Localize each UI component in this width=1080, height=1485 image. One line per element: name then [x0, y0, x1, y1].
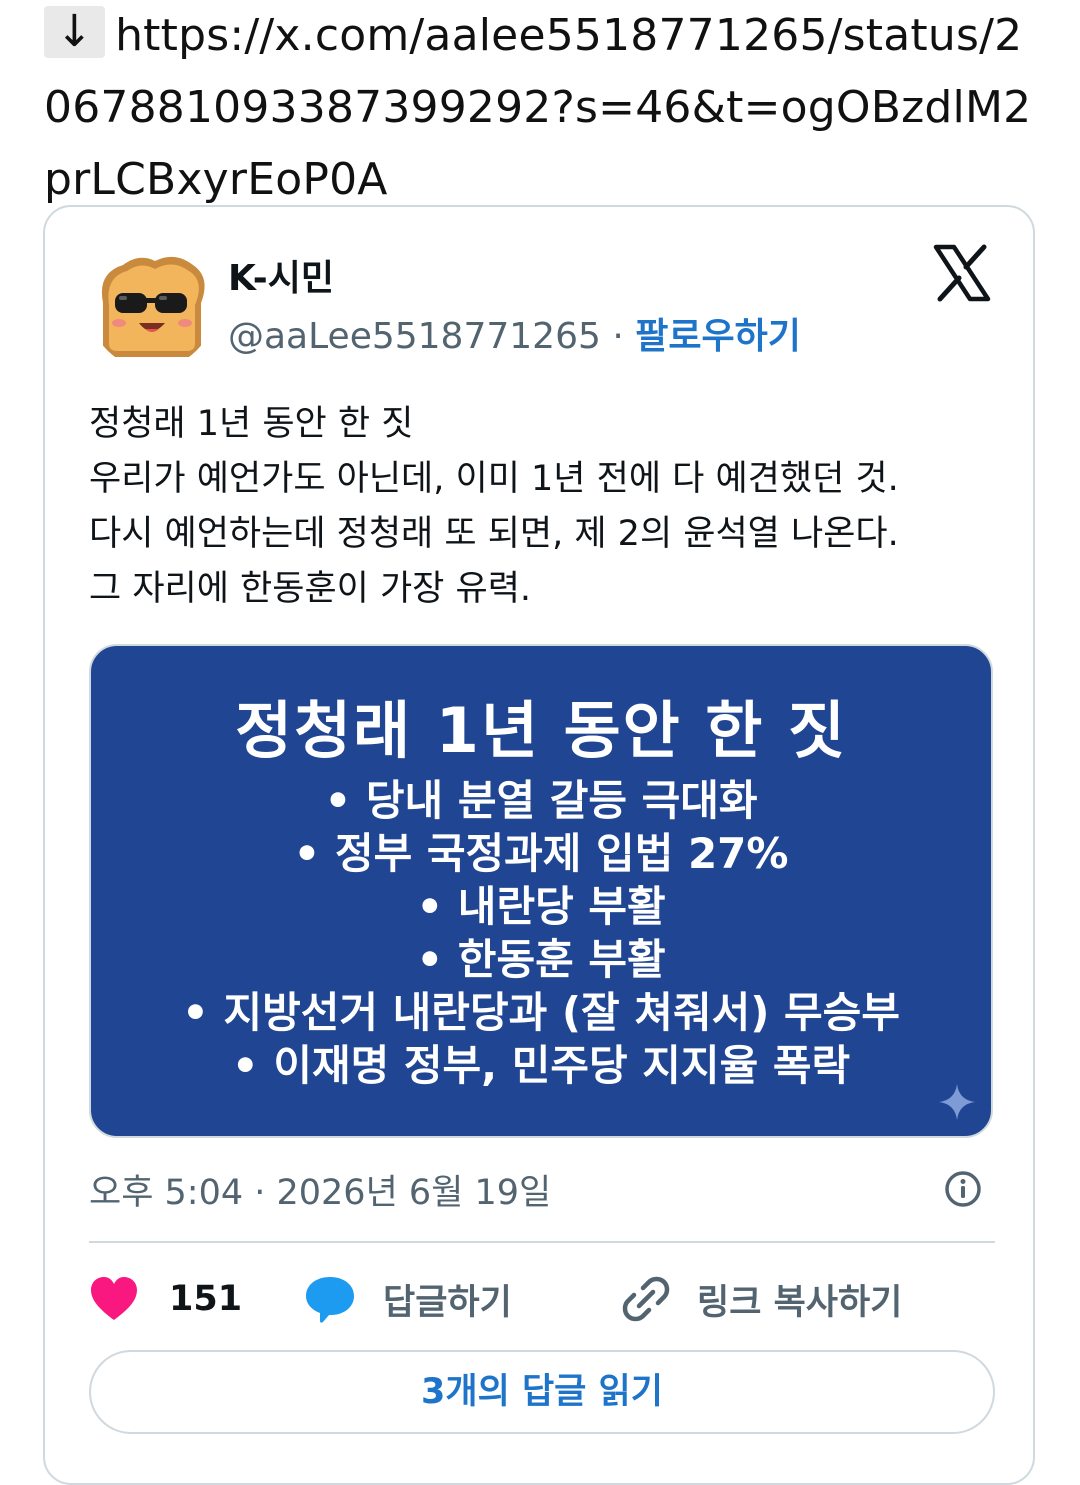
- shared-url-text[interactable]: ↓ https://x.com/aalee5518771265/status/20…: [44, 0, 1044, 216]
- divider: [89, 1241, 995, 1243]
- media-bullet-item: • 정부 국정과제 입법 27%: [293, 829, 789, 878]
- media-bullet-item: • 한동훈 부활: [416, 935, 666, 984]
- reply-bubble-icon: [306, 1277, 354, 1323]
- copy-link-button[interactable]: 링크 복사하기: [621, 1269, 961, 1329]
- media-bullet-item: • 당내 분열 갈등 극대화: [324, 776, 758, 825]
- media-bullet-item: • 이재명 정부, 민주당 지지율 폭락: [231, 1041, 851, 1090]
- separator-dot: ·: [600, 316, 636, 357]
- tweet-media-image[interactable]: 정청래 1년 동안 한 짓 • 당내 분열 갈등 극대화 • 정부 국정과제 입…: [89, 644, 993, 1138]
- sparkle-icon: [939, 1084, 975, 1120]
- tweet-text-line: 우리가 예언가도 아닌데, 이미 1년 전에 다 예견했던 것.: [89, 459, 899, 499]
- follow-button[interactable]: 팔로우하기: [635, 316, 801, 357]
- heart-icon: [91, 1277, 137, 1320]
- tweet-text: 정청래 1년 동안 한 짓 우리가 예언가도 아닌데, 이미 1년 전에 다 예…: [89, 397, 1009, 617]
- copy-link-label: 링크 복사하기: [697, 1282, 903, 1323]
- read-replies-button[interactable]: 3개의 답글 읽기: [89, 1350, 995, 1434]
- media-bullet-item: • 지방선거 내란당과 (잘 쳐줘서) 무승부: [182, 988, 900, 1037]
- reply-button[interactable]: 답글하기: [303, 1269, 573, 1329]
- link-icon: [622, 1276, 670, 1322]
- embedded-tweet-card[interactable]: K-시민 @aaLee5518771265 · 팔로우하기 정청래 1년 동안 …: [43, 205, 1035, 1485]
- x-logo-icon[interactable]: [932, 243, 992, 303]
- handle-row: @aaLee5518771265 · 팔로우하기: [228, 307, 801, 359]
- url-link[interactable]: https://x.com/aalee5518771265/status/206…: [44, 10, 1031, 205]
- reply-label: 답글하기: [383, 1282, 512, 1323]
- media-bullet-list: • 당내 분열 갈등 극대화 • 정부 국정과제 입법 27% • 내란당 부활…: [91, 774, 991, 1092]
- user-handle[interactable]: @aaLee5518771265: [228, 316, 601, 357]
- display-name[interactable]: K-시민: [228, 249, 334, 301]
- like-count: 151: [169, 1279, 243, 1319]
- tweet-timestamp[interactable]: 오후 5:04 · 2026년 6월 19일: [89, 1164, 551, 1215]
- media-title: 정청래 1년 동안 한 짓: [235, 694, 847, 767]
- info-icon[interactable]: [943, 1169, 983, 1209]
- media-bullet-item: • 내란당 부활: [416, 882, 666, 931]
- download-arrow-icon: ↓: [44, 6, 106, 58]
- tweet-text-line: 그 자리에 한동훈이 가장 유력.: [89, 569, 532, 609]
- like-button[interactable]: 151: [89, 1269, 249, 1329]
- toast-with-sunglasses-avatar[interactable]: [89, 243, 215, 369]
- tweet-text-line: 다시 예언하는데 정청래 또 되면, 제 2의 윤석열 나온다.: [89, 514, 899, 554]
- tweet-actions-bar: 151 답글하기 링크 복사하기: [89, 1269, 995, 1329]
- tweet-text-line: 정청래 1년 동안 한 짓: [89, 404, 414, 444]
